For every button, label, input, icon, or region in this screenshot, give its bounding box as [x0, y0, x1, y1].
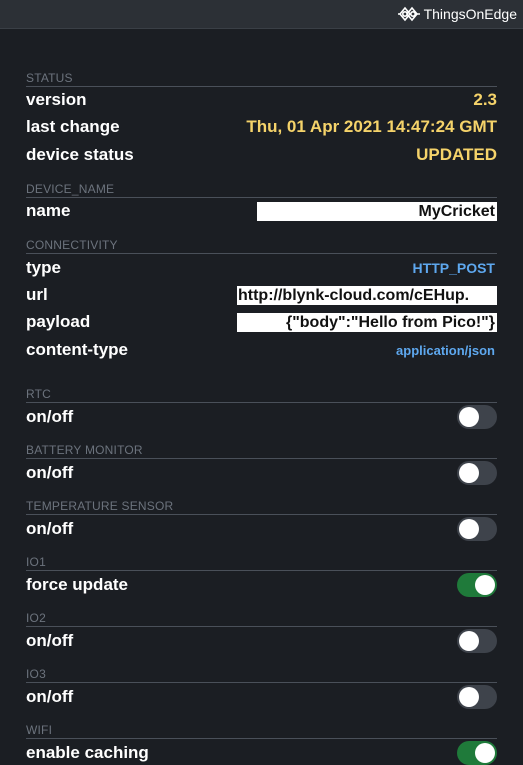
name-label: name — [26, 201, 71, 220]
temperature-sensor-toggle[interactable] — [457, 517, 497, 541]
section-title-rtc: RTC — [26, 387, 497, 403]
last-change-value: Thu, 01 Apr 2021 14:47:24 GMT — [246, 117, 497, 136]
toggle-knob — [459, 631, 479, 651]
version-label: version — [26, 90, 87, 109]
io2-row: on/off — [26, 629, 497, 653]
toggle-knob — [459, 407, 479, 427]
toggle-knob — [475, 743, 495, 763]
version-row: version 2.3 — [26, 90, 497, 110]
io2-toggle-label: on/off — [26, 631, 74, 650]
rtc-toggle-label: on/off — [26, 407, 74, 426]
force-update-toggle-label: force update — [26, 575, 129, 594]
io3-row: on/off — [26, 685, 497, 709]
payload-label: payload — [26, 312, 91, 331]
section-title-connectivity: CONNECTIVITY — [26, 238, 497, 254]
section-title-battery-monitor: BATTERY MONITOR — [26, 443, 497, 459]
content-type-select[interactable]: application/json — [396, 343, 497, 358]
payload-row: payload {"body":"Hello from Pico!"} — [26, 312, 497, 332]
url-input[interactable]: http://blynk-cloud.com/cEHup. — [237, 285, 497, 305]
last-change-row: last change Thu, 01 Apr 2021 14:47:24 GM… — [26, 117, 497, 137]
io1-row: force update — [26, 573, 497, 597]
url-row: url http://blynk-cloud.com/cEHup. — [26, 285, 497, 305]
type-select[interactable]: HTTP_POST — [413, 260, 497, 276]
device-status-label: device status — [26, 145, 134, 164]
temperature-sensor-row: on/off — [26, 517, 497, 541]
brand-name: ThingsOnEdge — [423, 6, 517, 22]
battery-monitor-toggle[interactable] — [457, 461, 497, 485]
section-title-status: STATUS — [26, 71, 497, 87]
io3-toggle[interactable] — [457, 685, 497, 709]
section-title-temperature-sensor: TEMPERATURE SENSOR — [26, 499, 497, 515]
enable-caching-toggle-label: enable caching — [26, 743, 149, 762]
header-bar: ThingsOnEdge — [0, 0, 523, 29]
io2-toggle[interactable] — [457, 629, 497, 653]
things-on-edge-logo-icon — [396, 3, 422, 25]
toggle-knob — [459, 463, 479, 483]
content-type-label: content-type — [26, 340, 128, 359]
name-row: name MyCricket — [26, 201, 497, 221]
name-input[interactable]: MyCricket — [257, 201, 497, 221]
rtc-toggle[interactable] — [457, 405, 497, 429]
device-status-value: UPDATED — [416, 145, 497, 164]
type-label: type — [26, 258, 61, 277]
toggle-knob — [475, 575, 495, 595]
version-value: 2.3 — [473, 90, 497, 109]
section-title-io3: IO3 — [26, 667, 497, 683]
brand-logo: ThingsOnEdge — [396, 3, 517, 25]
temperature-sensor-toggle-label: on/off — [26, 519, 74, 538]
content-type-row: content-type application/json — [26, 340, 497, 360]
device-status-row: device status UPDATED — [26, 145, 497, 165]
toggle-knob — [459, 687, 479, 707]
battery-monitor-row: on/off — [26, 461, 497, 485]
toggle-knob — [459, 519, 479, 539]
io3-toggle-label: on/off — [26, 687, 74, 706]
enable-caching-toggle[interactable] — [457, 741, 497, 765]
force-update-toggle[interactable] — [457, 573, 497, 597]
last-change-label: last change — [26, 117, 120, 136]
section-title-wifi: WIFI — [26, 723, 497, 739]
type-row: type HTTP_POST — [26, 258, 497, 278]
rtc-row: on/off — [26, 405, 497, 429]
payload-input[interactable]: {"body":"Hello from Pico!"} — [237, 312, 497, 332]
section-title-device-name: DEVICE_NAME — [26, 182, 497, 198]
battery-monitor-toggle-label: on/off — [26, 463, 74, 482]
section-title-io1: IO1 — [26, 555, 497, 571]
wifi-row: enable caching — [26, 741, 497, 765]
section-title-io2: IO2 — [26, 611, 497, 627]
url-label: url — [26, 285, 48, 304]
